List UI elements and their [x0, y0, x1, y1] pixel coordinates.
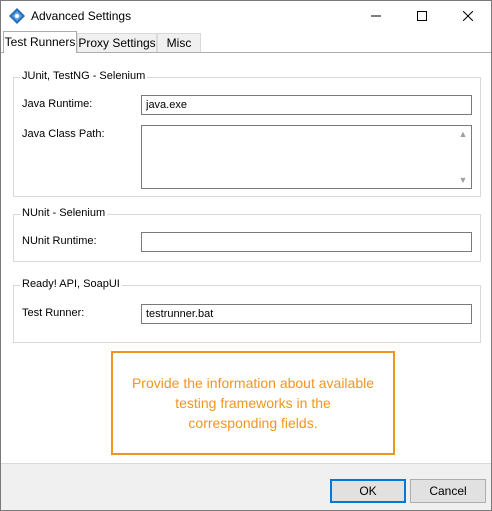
minimize-icon — [371, 15, 381, 17]
close-icon — [463, 11, 473, 21]
readyapi-group: Ready! API, SoapUI Test Runner: — [13, 278, 481, 343]
cancel-button[interactable]: Cancel — [410, 479, 486, 503]
tab-misc[interactable]: Misc — [157, 33, 201, 52]
java-runtime-label: Java Runtime: — [22, 98, 93, 110]
junit-group: JUnit, TestNG - Selenium Java Runtime: J… — [13, 70, 481, 197]
tab-proxy-settings[interactable]: Proxy Settings — [77, 33, 157, 52]
tab-test-runners[interactable]: Test Runners — [3, 31, 77, 53]
nunit-runtime-label: NUnit Runtime: — [22, 235, 97, 247]
tab-strip: Test Runners Proxy Settings Misc — [1, 31, 491, 53]
java-class-path-textarea[interactable]: ▲ ▼ — [141, 125, 472, 189]
close-button[interactable] — [445, 1, 491, 31]
test-runner-input[interactable] — [141, 304, 472, 324]
title-bar: Advanced Settings — [1, 1, 491, 31]
readyapi-group-title: Ready! API, SoapUI — [20, 278, 122, 290]
junit-group-title: JUnit, TestNG - Selenium — [20, 70, 148, 82]
advanced-settings-window: Advanced Settings Test Runners Proxy Set… — [0, 0, 492, 511]
window-title: Advanced Settings — [31, 9, 132, 23]
test-runner-label: Test Runner: — [22, 307, 85, 319]
info-callout: Provide the information about available … — [111, 351, 395, 455]
java-class-path-label: Java Class Path: — [22, 128, 105, 140]
scroll-down-icon[interactable]: ▼ — [457, 174, 469, 186]
nunit-runtime-input[interactable] — [141, 232, 472, 252]
ok-button[interactable]: OK — [330, 479, 406, 503]
minimize-button[interactable] — [353, 1, 399, 31]
scroll-up-icon[interactable]: ▲ — [457, 128, 469, 140]
nunit-group-title: NUnit - Selenium — [20, 207, 108, 219]
java-runtime-input[interactable] — [141, 95, 472, 115]
app-icon — [9, 8, 25, 24]
maximize-button[interactable] — [399, 1, 445, 31]
nunit-group: NUnit - Selenium NUnit Runtime: — [13, 207, 481, 262]
maximize-icon — [417, 11, 427, 21]
